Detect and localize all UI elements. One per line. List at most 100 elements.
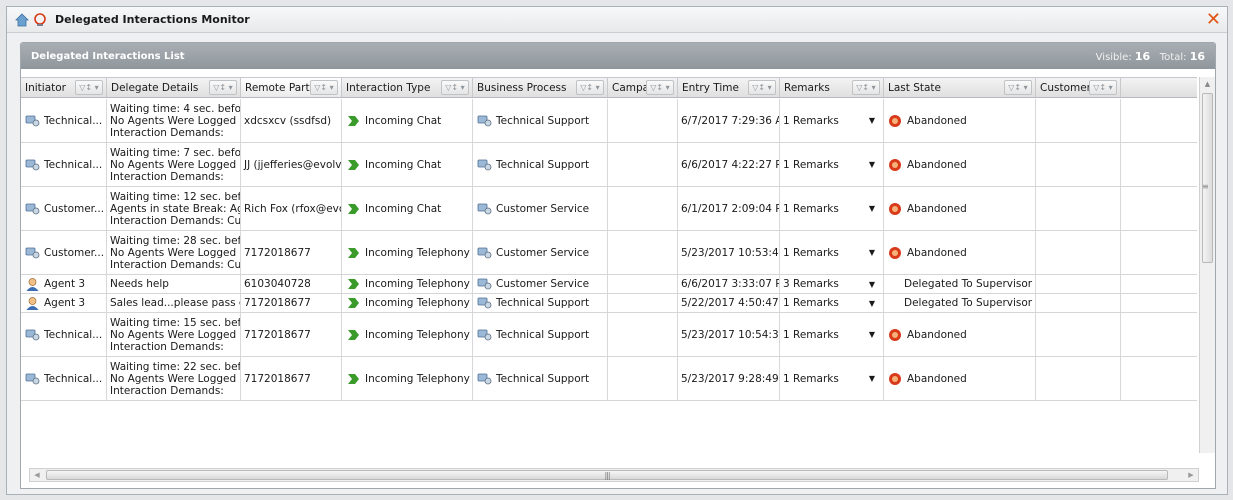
interactions-grid: Initiator ▽↕ ▾ Delegate Details ▽↕ ▾ Remote … [21, 69, 1215, 488]
filter-sort-icon[interactable]: ▽↕ ▾ [75, 80, 103, 95]
remarks-cell[interactable]: 3 Remarks ▼ [780, 275, 884, 293]
campaign-cell [608, 275, 678, 293]
process-cell: Technical Support [473, 294, 608, 312]
vertical-scroll-thumb[interactable] [1202, 93, 1213, 263]
home-icon[interactable] [13, 11, 31, 29]
entry-cell: 5/23/2017 9:28:49 / [678, 357, 780, 400]
scroll-grip-icon: ≡ [1202, 182, 1209, 191]
type-cell: Incoming Telephony [342, 294, 473, 312]
remote-cell: 7172018677 [241, 357, 342, 400]
total-count: 16 [1189, 49, 1205, 63]
remarks-cell[interactable]: 1 Remarks ▼ [780, 357, 884, 400]
table-row[interactable]: Agent 3 Needs help 6103040728 Incoming Tele… [21, 275, 1197, 294]
table-row[interactable]: Technical... Waiting time: 4 sec. befo No … [21, 99, 1197, 143]
business-process-icon [476, 157, 492, 173]
remote-text: xdcsxcv (ssdfsd) [244, 114, 332, 127]
remarks-dropdown-icon[interactable]: ▼ [869, 160, 875, 169]
remote-cell: xdcsxcv (ssdfsd) [241, 99, 342, 142]
customer-cell [1036, 313, 1121, 356]
remarks-text: 1 Remarks [783, 202, 839, 215]
delegate-details-line: Waiting time: 22 sec. bef [110, 360, 240, 373]
entry-text: 6/6/2017 4:22:27 Pl [681, 158, 780, 171]
delegate-details-line: Waiting time: 7 sec. befo [110, 146, 240, 159]
column-header-initiator[interactable]: Initiator ▽↕ ▾ [21, 78, 107, 97]
remote-text: 7172018677 [244, 246, 311, 259]
table-row[interactable]: Customer... Waiting time: 12 sec. bef Agen… [21, 187, 1197, 231]
column-header-campaign[interactable]: Campaign▽↕ ▾ [608, 78, 678, 97]
filter-sort-icon[interactable]: ▽↕ ▾ [1004, 80, 1032, 95]
state-text: Delegated To Supervisor [904, 297, 1033, 309]
remarks-text: 1 Remarks [783, 158, 839, 171]
initiator-cell: Agent 3 [21, 294, 107, 312]
table-row[interactable]: Technical... Waiting time: 7 sec. befo No … [21, 143, 1197, 187]
incoming-interaction-icon [345, 245, 361, 261]
entry-cell: 6/1/2017 2:09:04 Pl [678, 187, 780, 230]
scroll-left-icon[interactable]: ◀ [30, 471, 44, 479]
remarks-cell[interactable]: 1 Remarks ▼ [780, 187, 884, 230]
delegate-details-cell: Waiting time: 4 sec. befo No Agents Were … [107, 99, 241, 142]
delegate-details-cell: Waiting time: 12 sec. bef Agents in state… [107, 187, 241, 230]
remarks-dropdown-icon[interactable]: ▼ [869, 280, 875, 289]
remarks-cell[interactable]: 1 Remarks ▼ [780, 294, 884, 312]
column-header-process[interactable]: Business Process ▽↕ ▾ [473, 78, 608, 97]
column-header-type[interactable]: Interaction Type ▽↕ ▾ [342, 78, 473, 97]
remarks-cell[interactable]: 1 Remarks ▼ [780, 231, 884, 274]
process-text: Customer Service [496, 278, 590, 290]
remarks-dropdown-icon[interactable]: ▼ [869, 374, 875, 383]
filter-sort-icon[interactable]: ▽↕ ▾ [748, 80, 776, 95]
column-header-remote[interactable]: Remote Party ▽↕ ▾ [241, 78, 342, 97]
panel-title: Delegated Interactions List [31, 50, 185, 62]
column-header-customer[interactable]: Customer ID▽↕ ▾ [1036, 78, 1121, 97]
filter-sort-icon[interactable]: ▽↕ ▾ [209, 80, 237, 95]
filter-sort-icon[interactable]: ▽↕ ▾ [1089, 80, 1117, 95]
abandoned-icon [887, 201, 903, 217]
column-header-label: Campaign [612, 81, 646, 94]
initiator-cell: Technical... [21, 99, 107, 142]
scroll-right-icon[interactable]: ▶ [1184, 471, 1198, 479]
column-header-state[interactable]: Last State ▽↕ ▾ [884, 78, 1036, 97]
campaign-cell [608, 294, 678, 312]
delegate-details-line: No Agents Were Logged [110, 114, 237, 127]
horizontal-scrollbar[interactable]: ◀ ||| ▶ [29, 468, 1199, 482]
remarks-cell[interactable]: 1 Remarks ▼ [780, 99, 884, 142]
business-process-icon [476, 245, 492, 261]
remarks-dropdown-icon[interactable]: ▼ [869, 330, 875, 339]
horizontal-scroll-thumb[interactable]: ||| [46, 470, 1168, 480]
filter-sort-icon[interactable]: ▽↕ ▾ [852, 80, 880, 95]
filter-sort-icon[interactable]: ▽↕ ▾ [576, 80, 604, 95]
delegated-interactions-window: Delegated Interactions Monitor ✕ Delegat… [6, 6, 1228, 495]
technical-support-icon [24, 157, 40, 173]
table-row[interactable]: Customer... Waiting time: 28 sec. bef No A… [21, 231, 1197, 275]
campaign-cell [608, 357, 678, 400]
delegate-details-line: Interaction Demands: [110, 126, 224, 139]
column-header-details[interactable]: Delegate Details ▽↕ ▾ [107, 78, 241, 97]
remarks-dropdown-icon[interactable]: ▼ [869, 299, 875, 308]
table-row[interactable]: Agent 3 Sales lead...please pass c 7172018… [21, 294, 1197, 313]
remarks-dropdown-icon[interactable]: ▼ [869, 248, 875, 257]
remote-text: 7172018677 [244, 297, 311, 309]
scroll-up-icon[interactable]: ▲ [1200, 77, 1215, 91]
column-header-label: Entry Time [682, 81, 739, 94]
type-cell: Incoming Chat [342, 143, 473, 186]
delegate-details-line: Interaction Demands: [110, 170, 224, 183]
column-header-entry[interactable]: Entry Time ▽↕ ▾ [678, 78, 780, 97]
column-header-remarks[interactable]: Remarks ▽↕ ▾ [780, 78, 884, 97]
filter-sort-icon[interactable]: ▽↕ ▾ [646, 80, 674, 95]
customer-cell [1036, 294, 1121, 312]
remarks-dropdown-icon[interactable]: ▼ [869, 204, 875, 213]
initiator-text: Technical... [44, 158, 103, 171]
vertical-scrollbar[interactable]: ▲ ≡ [1199, 77, 1215, 453]
remarks-cell[interactable]: 1 Remarks ▼ [780, 143, 884, 186]
type-cell: Incoming Telephony [342, 275, 473, 293]
process-cell: Technical Support [473, 143, 608, 186]
remarks-dropdown-icon[interactable]: ▼ [869, 116, 875, 125]
type-text: Incoming Chat [365, 158, 442, 171]
business-process-icon [476, 295, 492, 311]
remarks-cell[interactable]: 1 Remarks ▼ [780, 313, 884, 356]
filter-sort-icon[interactable]: ▽↕ ▾ [310, 80, 338, 95]
type-text: Incoming Telephony [365, 372, 470, 385]
filter-sort-icon[interactable]: ▽↕ ▾ [441, 80, 469, 95]
table-row[interactable]: Technical... Waiting time: 22 sec. bef No … [21, 357, 1197, 401]
table-row[interactable]: Technical... Waiting time: 15 sec. bef No … [21, 313, 1197, 357]
close-icon[interactable]: ✕ [1206, 10, 1221, 29]
